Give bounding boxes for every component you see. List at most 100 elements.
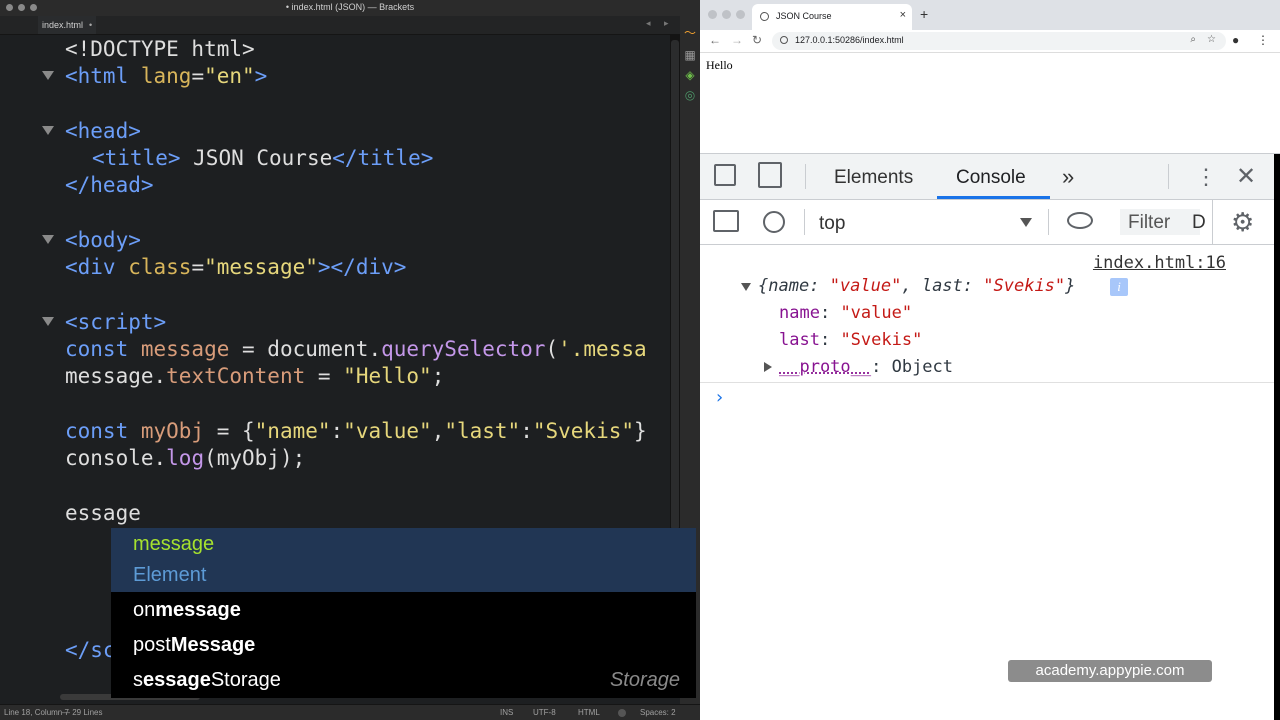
editor-file-tab[interactable]: index.html •: [38, 16, 97, 34]
reload-icon[interactable]: ↻: [752, 33, 762, 47]
gear-icon[interactable]: ⚙: [1231, 207, 1254, 238]
code-line-2: <html lang="en">: [65, 63, 267, 90]
hint-message[interactable]: message: [133, 533, 214, 556]
address-bar[interactable]: 127.0.0.1:50286/index.html ⌕ ☆: [772, 32, 1226, 50]
devtools-menu-icon[interactable]: ⋮: [1195, 164, 1217, 190]
code-line-1: <!DOCTYPE html>: [65, 36, 255, 63]
profile-avatar-icon[interactable]: ●: [1232, 33, 1239, 47]
tab-close-icon[interactable]: ×: [900, 9, 906, 21]
insert-mode[interactable]: INS: [500, 708, 513, 717]
doctype-token: <!DOCTYPE html>: [65, 37, 255, 61]
code-line-5: <title> JSON Course</title>: [92, 145, 433, 172]
window-close-dot[interactable]: [708, 10, 717, 19]
hint-sessionstorage-type: Storage: [609, 669, 680, 691]
code-line-6: </head>: [65, 172, 154, 199]
console-toolbar: top Filter D ⚙: [700, 200, 1274, 245]
expand-proto-arrow-icon[interactable]: [764, 362, 772, 372]
tag-token: ></div>: [317, 255, 407, 279]
devtools-scrollbar[interactable]: [1274, 154, 1280, 720]
inspect-element-icon[interactable]: [714, 164, 736, 186]
fold-arrow-icon[interactable]: [42, 235, 54, 244]
hint-prefix: post: [133, 634, 171, 656]
encoding-select[interactable]: UTF-8: [533, 708, 556, 717]
fold-arrow-icon[interactable]: [42, 126, 54, 135]
function-token: querySelector: [381, 337, 546, 361]
proto-row[interactable]: __proto__: Object: [779, 357, 953, 377]
extension-manager-icon[interactable]: ▦: [683, 48, 697, 62]
hint-prefix: on: [133, 599, 156, 621]
language-select[interactable]: HTML: [578, 708, 600, 717]
console-prompt-icon[interactable]: ›: [714, 387, 725, 408]
editor-tabbar: index.html • ◂ ▸: [0, 16, 680, 35]
toolbar-separator: [1048, 209, 1049, 235]
brace-token: {: [758, 276, 769, 296]
new-tab-button[interactable]: +: [920, 6, 928, 22]
back-icon[interactable]: ←: [709, 33, 721, 47]
text-token: = document.: [229, 337, 382, 361]
context-selector[interactable]: top: [819, 213, 845, 235]
indent-setting[interactable]: Spaces: 2: [640, 708, 676, 717]
tab-prev-icon[interactable]: ◂: [646, 18, 651, 29]
tab-close-icon[interactable]: •: [89, 20, 92, 30]
hint-sessionstorage[interactable]: sessageStorage: [133, 669, 281, 692]
key-token: last: [921, 276, 963, 296]
browser-tab[interactable]: JSON Course ×: [752, 4, 912, 30]
more-tabs-icon[interactable]: »: [1062, 164, 1074, 190]
zoom-icon[interactable]: ⌕: [1190, 34, 1196, 45]
fold-arrow-icon[interactable]: [42, 317, 54, 326]
forward-icon[interactable]: →: [731, 33, 743, 47]
window-zoom-dot[interactable]: [736, 10, 745, 19]
devtools-tabbar: Elements Console » ⋮ ✕: [700, 154, 1274, 200]
device-toolbar-icon[interactable]: [758, 162, 782, 188]
hint-prefix: s: [133, 669, 143, 691]
tab-next-icon[interactable]: ▸: [664, 18, 669, 29]
expand-arrow-icon[interactable]: [741, 283, 751, 291]
clear-console-icon[interactable]: [763, 211, 785, 233]
theme-icon[interactable]: ◎: [683, 88, 697, 102]
chrome-menu-icon[interactable]: ⋮: [1257, 33, 1269, 47]
sidebar-toggle-icon[interactable]: [713, 210, 739, 232]
string-token: "Hello": [343, 364, 432, 388]
source-link[interactable]: index.html:16: [1093, 253, 1226, 273]
editor-scroll-thumb[interactable]: [671, 40, 679, 530]
editor-statusbar: Line 18, Column 7 — 29 Lines INS UTF-8 H…: [0, 704, 700, 720]
tag-token: </head>: [65, 173, 154, 197]
console-output[interactable]: index.html:16 {name: "value", last: "Sve…: [700, 245, 1274, 720]
info-icon[interactable]: i: [1110, 278, 1128, 296]
text-token: (: [545, 337, 559, 361]
extension-icon[interactable]: ◈: [683, 68, 697, 82]
string-token: "Svekis": [983, 276, 1066, 296]
logged-object-preview[interactable]: {name: "value", last: "Svekis"}: [758, 276, 1075, 296]
code-line-16: console.log(myObj);: [65, 445, 305, 472]
linter-status-icon[interactable]: [618, 709, 626, 717]
bookmark-star-icon[interactable]: ☆: [1207, 34, 1216, 45]
live-preview-icon[interactable]: 〜: [683, 26, 697, 40]
text-token: console.: [65, 446, 167, 470]
hint-match: message: [155, 599, 241, 621]
watermark: academy.appypie.com: [1008, 660, 1212, 682]
window-minimize-dot[interactable]: [722, 10, 731, 19]
hint-postmessage[interactable]: postMessage: [133, 634, 255, 657]
text-token: }: [634, 419, 647, 443]
property-token: textContent: [166, 364, 306, 388]
string-token: "message": [204, 255, 318, 279]
close-devtools-icon[interactable]: ✕: [1236, 162, 1256, 191]
site-info-icon[interactable]: [780, 36, 788, 44]
fold-arrow-icon[interactable]: [42, 71, 54, 80]
tab-elements[interactable]: Elements: [834, 167, 913, 189]
filter-cut-text: D: [1192, 212, 1206, 233]
filter-input[interactable]: Filter D: [1120, 209, 1206, 235]
live-expression-eye-icon[interactable]: [1067, 212, 1093, 229]
hint-rest: Storage: [210, 669, 281, 691]
string-token: "last": [444, 419, 521, 443]
tab-console[interactable]: Console: [956, 167, 1026, 189]
string-token: "Svekis": [532, 419, 635, 443]
comma-token: ,: [901, 276, 922, 296]
code-line-4: <head>: [65, 118, 141, 145]
colon-token: :: [809, 276, 830, 296]
filter-placeholder: Filter: [1128, 212, 1171, 233]
variable-token: myObj: [140, 419, 205, 443]
chevron-down-icon[interactable]: [1020, 218, 1032, 227]
hint-onmessage[interactable]: onmessage: [133, 599, 241, 622]
tag-token: </title>: [332, 146, 434, 170]
